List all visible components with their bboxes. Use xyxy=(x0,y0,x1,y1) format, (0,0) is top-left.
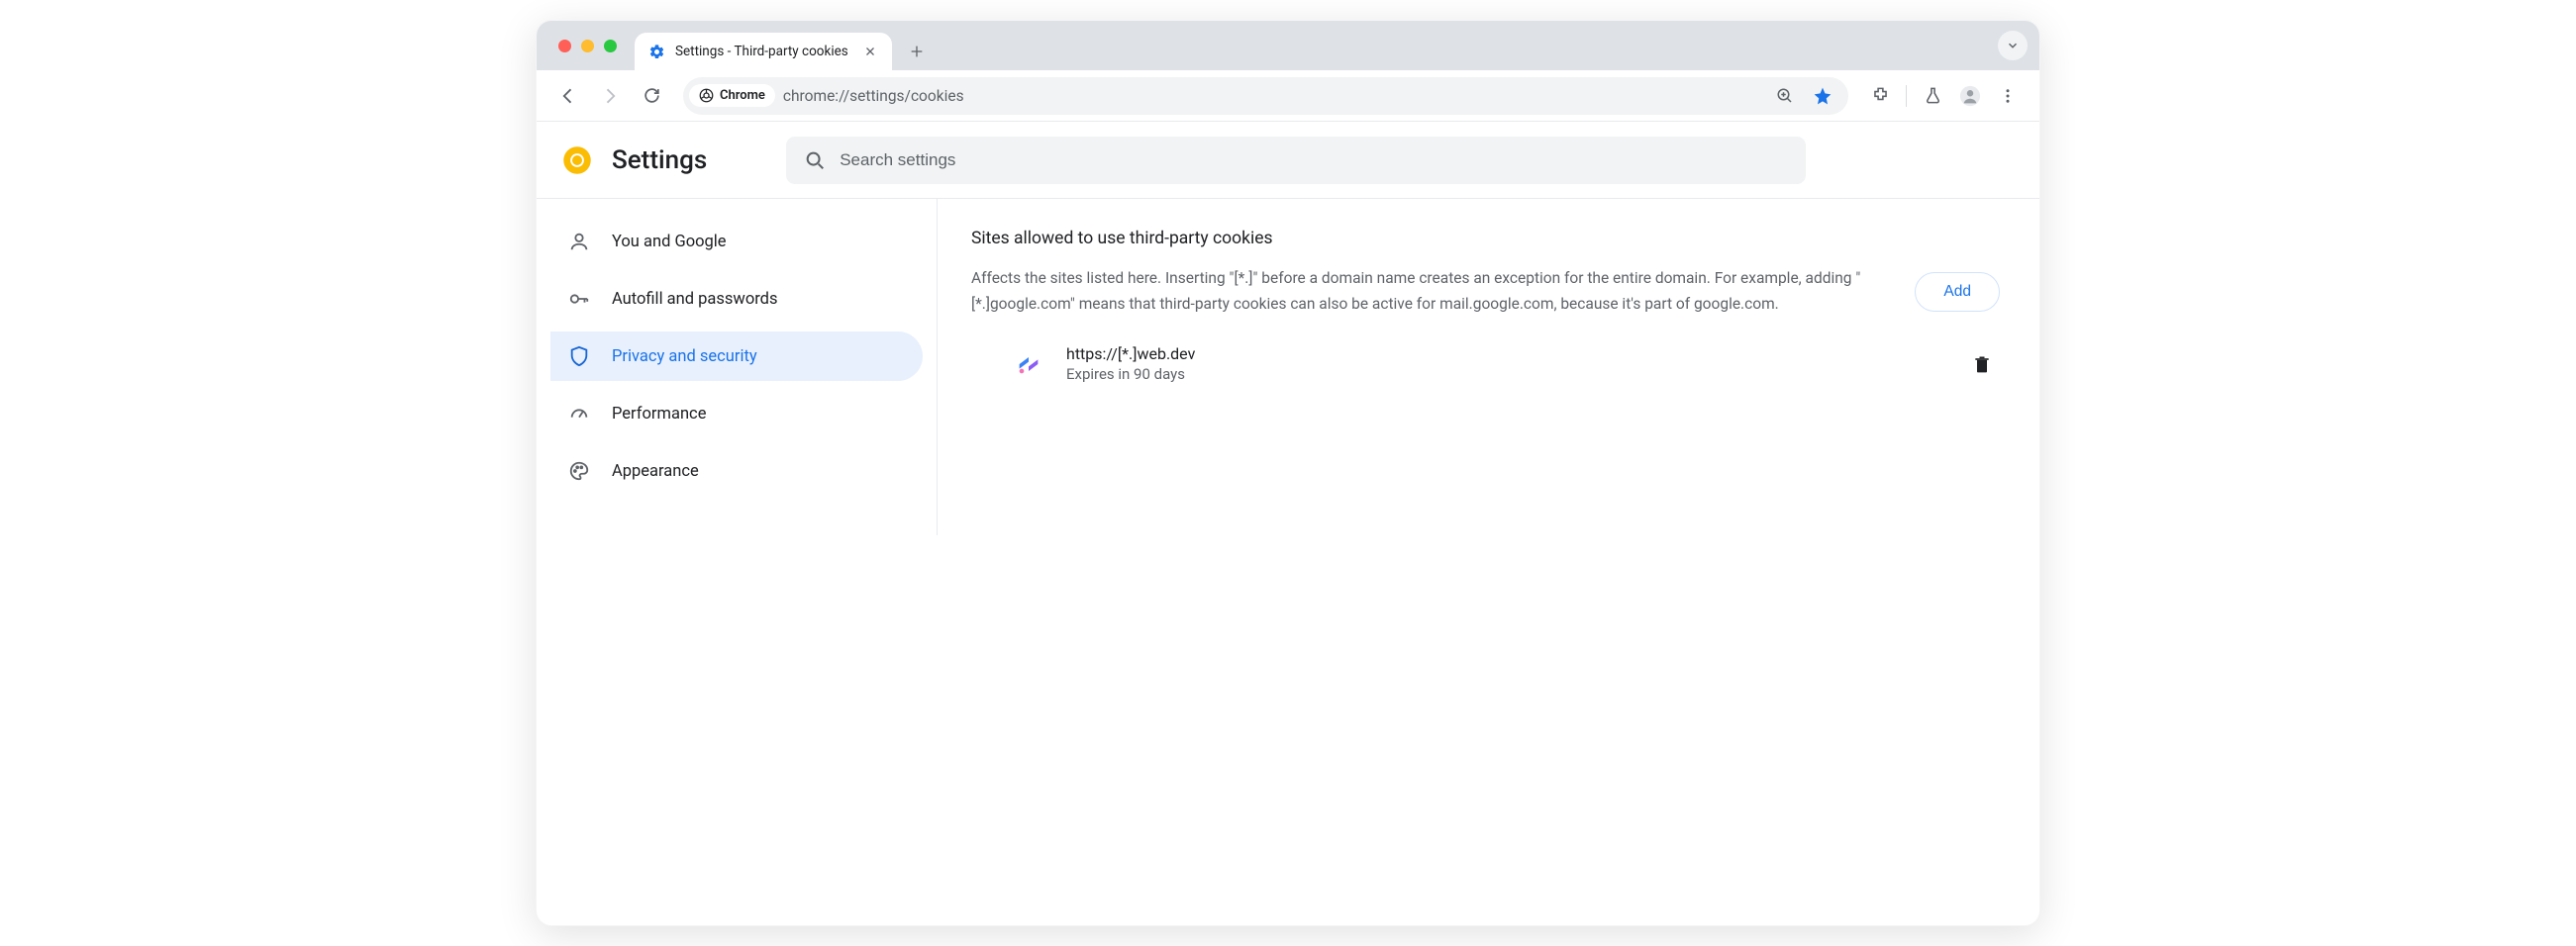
sidebar-item-label: You and Google xyxy=(612,233,727,251)
site-expiry: Expires in 90 days xyxy=(1066,365,1195,383)
palette-icon xyxy=(568,460,590,482)
browser-tab[interactable]: Settings - Third-party cookies xyxy=(635,33,892,70)
browser-window: Settings - Third-party cookies Chrome xyxy=(536,20,2040,926)
menu-button[interactable] xyxy=(1990,78,2026,114)
settings-header: Settings xyxy=(537,122,2039,199)
sidebar-item-appearance[interactable]: Appearance xyxy=(550,446,923,496)
section-description: Affects the sites listed here. Inserting… xyxy=(971,266,1887,317)
settings-search[interactable] xyxy=(786,137,1806,184)
back-button[interactable] xyxy=(550,78,586,114)
main-content: Sites allowed to use third-party cookies… xyxy=(938,199,2039,535)
sidebar: You and Google Autofill and passwords Pr… xyxy=(537,199,938,535)
maximize-window-button[interactable] xyxy=(604,40,617,52)
tab-title: Settings - Third-party cookies xyxy=(675,44,850,59)
labs-icon[interactable] xyxy=(1915,78,1950,114)
sidebar-item-label: Privacy and security xyxy=(612,347,757,366)
sidebar-item-label: Performance xyxy=(612,405,706,424)
bookmark-star-icon[interactable] xyxy=(1805,78,1840,114)
toolbar: Chrome chrome://settings/cookies xyxy=(537,70,2039,122)
search-icon xyxy=(804,149,826,171)
key-icon xyxy=(568,288,590,310)
extensions-icon[interactable] xyxy=(1862,78,1898,114)
reload-button[interactable] xyxy=(634,78,669,114)
sidebar-item-privacy[interactable]: Privacy and security xyxy=(550,331,923,381)
site-chip-label: Chrome xyxy=(720,88,765,103)
sidebar-item-you-and-google[interactable]: You and Google xyxy=(550,217,923,266)
sidebar-item-autofill[interactable]: Autofill and passwords xyxy=(550,274,923,324)
chrome-icon xyxy=(699,88,714,103)
url-text: chrome://settings/cookies xyxy=(783,87,1759,105)
speedometer-icon xyxy=(568,403,590,425)
search-input[interactable] xyxy=(840,150,1788,170)
add-button[interactable]: Add xyxy=(1915,272,2000,312)
address-bar[interactable]: Chrome chrome://settings/cookies xyxy=(683,77,1848,115)
shield-icon xyxy=(568,345,590,367)
settings-body: You and Google Autofill and passwords Pr… xyxy=(537,199,2039,535)
site-chip[interactable]: Chrome xyxy=(689,84,775,107)
toolbar-divider xyxy=(1906,85,1907,107)
site-url: https://[*.]web.dev xyxy=(1066,344,1195,363)
gear-icon xyxy=(648,44,665,60)
delete-site-button[interactable] xyxy=(1964,345,2000,383)
person-icon xyxy=(568,231,590,252)
sidebar-item-performance[interactable]: Performance xyxy=(550,389,923,438)
tab-strip: Settings - Third-party cookies xyxy=(537,21,2039,70)
sidebar-item-label: Appearance xyxy=(612,462,699,481)
new-tab-button[interactable] xyxy=(902,37,932,66)
sidebar-item-label: Autofill and passwords xyxy=(612,290,778,309)
close-window-button[interactable] xyxy=(558,40,571,52)
zoom-icon[interactable] xyxy=(1767,78,1803,114)
section-title: Sites allowed to use third-party cookies xyxy=(971,229,2000,248)
close-tab-button[interactable] xyxy=(860,42,880,61)
page-title: Settings xyxy=(612,145,707,175)
trash-icon xyxy=(1972,353,1992,375)
window-controls xyxy=(554,21,625,70)
tab-overflow-button[interactable] xyxy=(1998,31,2028,60)
site-favicon xyxy=(1011,346,1046,382)
minimize-window-button[interactable] xyxy=(581,40,594,52)
profile-icon[interactable] xyxy=(1952,78,1988,114)
chrome-logo-icon xyxy=(562,145,592,175)
forward-button[interactable] xyxy=(592,78,628,114)
allowed-site-row: https://[*.]web.dev Expires in 90 days xyxy=(971,338,2000,389)
